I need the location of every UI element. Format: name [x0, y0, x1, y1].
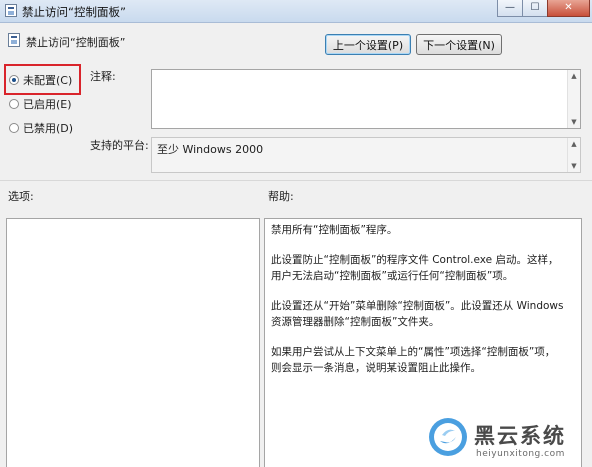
- title-bar[interactable]: 禁止访问“控制面板” — ☐ ✕: [0, 0, 592, 23]
- platform-field: 至少 Windows 2000 ▲ ▼: [151, 137, 581, 173]
- help-paragraph: 此设置防止“控制面板”的程序文件 Control.exe 启动。这样，用户无法启…: [271, 254, 559, 282]
- next-setting-button[interactable]: 下一个设置(N): [416, 34, 502, 55]
- maximize-button[interactable]: ☐: [522, 0, 548, 17]
- minimize-icon: —: [505, 2, 515, 13]
- radio-unchecked-icon: [9, 99, 19, 109]
- platform-scrollbar[interactable]: ▲ ▼: [567, 138, 580, 172]
- radio-label: 未配置(C): [23, 74, 73, 87]
- options-label: 选项:: [8, 190, 34, 203]
- previous-setting-button[interactable]: 上一个设置(P): [325, 34, 411, 55]
- radio-label: 已启用(E): [23, 98, 72, 111]
- scroll-up-icon[interactable]: ▲: [568, 138, 580, 150]
- comment-scrollbar[interactable]: ▲ ▼: [567, 70, 580, 128]
- options-panel[interactable]: [6, 218, 260, 467]
- comment-label: 注释:: [90, 70, 116, 83]
- section-divider: [0, 180, 592, 181]
- radio-disabled[interactable]: 已禁用(D): [9, 120, 73, 136]
- watermark-brand: 黑云系统: [474, 424, 566, 448]
- radio-checked-icon: [9, 75, 19, 85]
- policy-window-icon: [5, 4, 17, 17]
- watermark-logo-icon: [429, 418, 467, 456]
- radio-unchecked-icon: [9, 123, 19, 133]
- radio-enabled[interactable]: 已启用(E): [9, 96, 72, 112]
- scroll-down-icon[interactable]: ▼: [568, 116, 580, 128]
- radio-label: 已禁用(D): [23, 122, 74, 135]
- window-title: 禁止访问“控制面板”: [22, 5, 126, 19]
- watermark-url: heiyunxitong.com: [476, 449, 565, 459]
- help-paragraph: 此设置还从“开始”菜单删除“控制面板”。此设置还从 Windows 资源管理器删…: [271, 300, 564, 328]
- radio-not-configured[interactable]: 未配置(C): [9, 72, 72, 88]
- maximize-icon: ☐: [530, 2, 540, 13]
- comment-textarea[interactable]: ▲ ▼: [151, 69, 581, 129]
- help-label: 帮助:: [268, 190, 294, 203]
- policy-name: 禁止访问“控制面板”: [26, 36, 126, 49]
- platform-value: 至少 Windows 2000: [157, 143, 264, 156]
- scroll-down-icon[interactable]: ▼: [568, 160, 580, 172]
- help-paragraph: 如果用户尝试从上下文菜单上的“属性”项选择“控制面板”项，则会显示一条消息，说明…: [271, 346, 556, 374]
- policy-setting-icon: [8, 33, 20, 47]
- scroll-up-icon[interactable]: ▲: [568, 70, 580, 82]
- window-controls: — ☐ ✕: [497, 0, 590, 17]
- close-button[interactable]: ✕: [547, 0, 590, 17]
- help-paragraph: 禁用所有“控制面板”程序。: [271, 224, 398, 236]
- minimize-button[interactable]: —: [497, 0, 523, 17]
- platform-label: 支持的平台:: [90, 139, 149, 152]
- close-icon: ✕: [564, 2, 573, 13]
